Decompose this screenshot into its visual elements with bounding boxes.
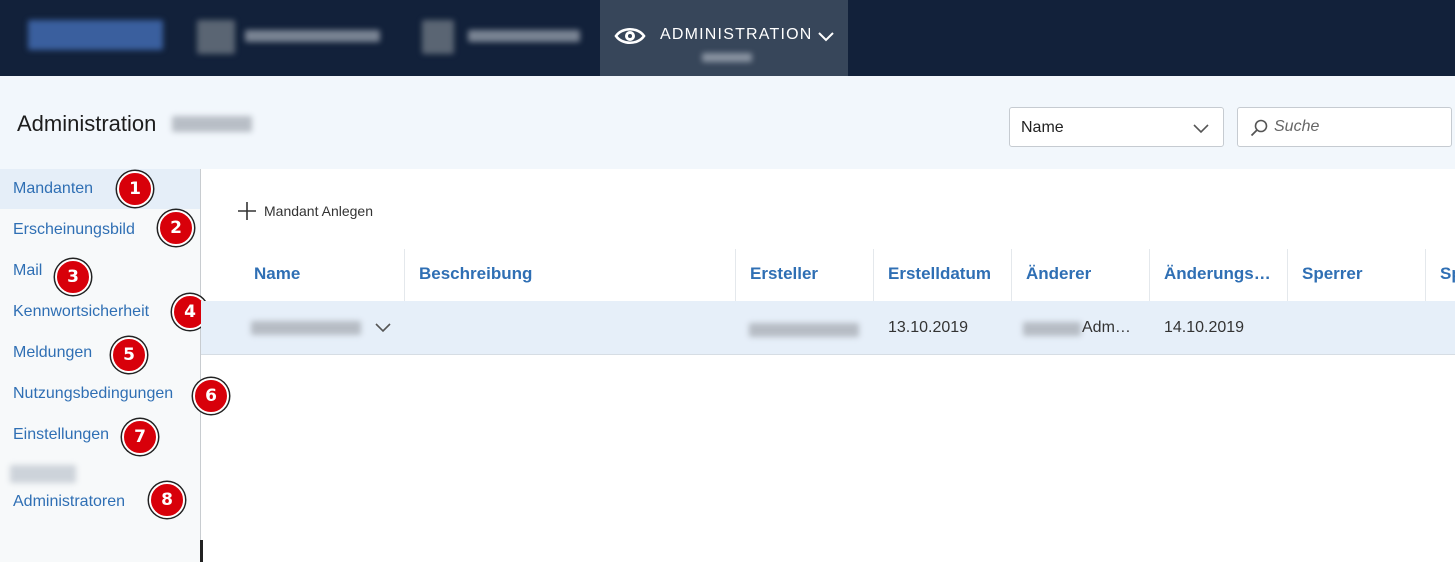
row-modifier: Adm… (1082, 319, 1131, 336)
sidebar-item-nutzungsbedingungen[interactable]: Nutzungsbedingungen (0, 374, 200, 414)
chevron-down-icon[interactable] (375, 321, 391, 333)
redacted-sidebar-text (10, 465, 76, 483)
table-row[interactable]: 13.10.2019 Adm… 14.10.2019 (201, 301, 1455, 355)
sidebar-item-mail[interactable]: Mail (0, 251, 200, 291)
nav-admin-label: ADMINISTRATION (660, 26, 813, 43)
table-header: Name Beschreibung Ersteller Erstelldatum… (240, 249, 1455, 301)
sort-select[interactable]: Name (1009, 107, 1224, 147)
column-header-partial[interactable]: Sp (1425, 249, 1455, 301)
annotation-badge-6: 6 (193, 378, 229, 414)
column-header-ersteller[interactable]: Ersteller (735, 249, 874, 301)
sidebar-item-label: Kennwortsicherheit (13, 303, 150, 320)
nav-item-redacted-1[interactable] (195, 18, 385, 56)
search-input[interactable] (1274, 109, 1444, 145)
sidebar-item-label: Administratoren (13, 493, 126, 510)
row-modified-date: 14.10.2019 (1164, 319, 1245, 336)
redacted-subtitle (702, 53, 752, 62)
sidebar-item-mandanten[interactable]: Mandanten (0, 169, 200, 209)
annotation-badge-7: 7 (122, 419, 158, 455)
redacted-row-name (251, 321, 361, 335)
search-box (1237, 107, 1452, 147)
row-created-date: 13.10.2019 (888, 319, 969, 336)
redacted-row-modifier (1023, 322, 1081, 336)
column-header-aenderer[interactable]: Änderer (1011, 249, 1150, 301)
annotation-badge-1: 1 (117, 171, 153, 207)
top-nav-bar: ADMINISTRATION (0, 0, 1455, 84)
column-header-sperrer[interactable]: Sperrer (1287, 249, 1426, 301)
annotation-badge-5: 5 (111, 337, 147, 373)
column-header-name[interactable]: Name (240, 249, 405, 301)
chevron-down-icon (1193, 124, 1209, 134)
column-header-erstelldatum[interactable]: Erstelldatum (873, 249, 1012, 301)
sidebar-item-label: Erscheinungsbild (13, 221, 135, 238)
chevron-down-icon (818, 32, 834, 42)
plus-icon (238, 202, 256, 220)
sidebar-item-meldungen[interactable]: Meldungen (0, 333, 200, 373)
nav-item-administration[interactable]: ADMINISTRATION (600, 0, 848, 84)
column-header-aenderungsdatum[interactable]: Änderungs… (1149, 249, 1288, 301)
nav-item-redacted-2[interactable] (420, 18, 585, 56)
sidebar-item-label: Nutzungsbedingungen (13, 385, 174, 402)
column-header-beschreibung[interactable]: Beschreibung (404, 249, 736, 301)
annotation-badge-8: 8 (149, 482, 185, 518)
sidebar-item-einstellungen[interactable]: Einstellungen (0, 415, 200, 455)
redacted-row-creator (749, 323, 859, 337)
annotation-badge-3: 3 (55, 259, 91, 295)
text-cursor (200, 540, 203, 562)
page-header: Administration Name (0, 76, 1455, 169)
add-mandant-label: Mandant Anlegen (264, 203, 373, 219)
sort-select-value: Name (1021, 119, 1064, 136)
sidebar-item-label: Mail (13, 262, 43, 279)
redacted-logo (28, 20, 163, 50)
eye-icon (614, 27, 646, 45)
annotation-badge-2: 2 (158, 210, 194, 246)
sidebar-item-label: Mandanten (13, 180, 94, 197)
sidebar-item-label: Einstellungen (13, 426, 110, 443)
page-title: Administration (17, 111, 157, 136)
redacted-title-suffix (172, 116, 252, 132)
search-icon (1250, 119, 1268, 137)
sidebar-item-label: Meldungen (13, 344, 93, 361)
sidebar-item-kennwortsicherheit[interactable]: Kennwortsicherheit (0, 292, 200, 332)
